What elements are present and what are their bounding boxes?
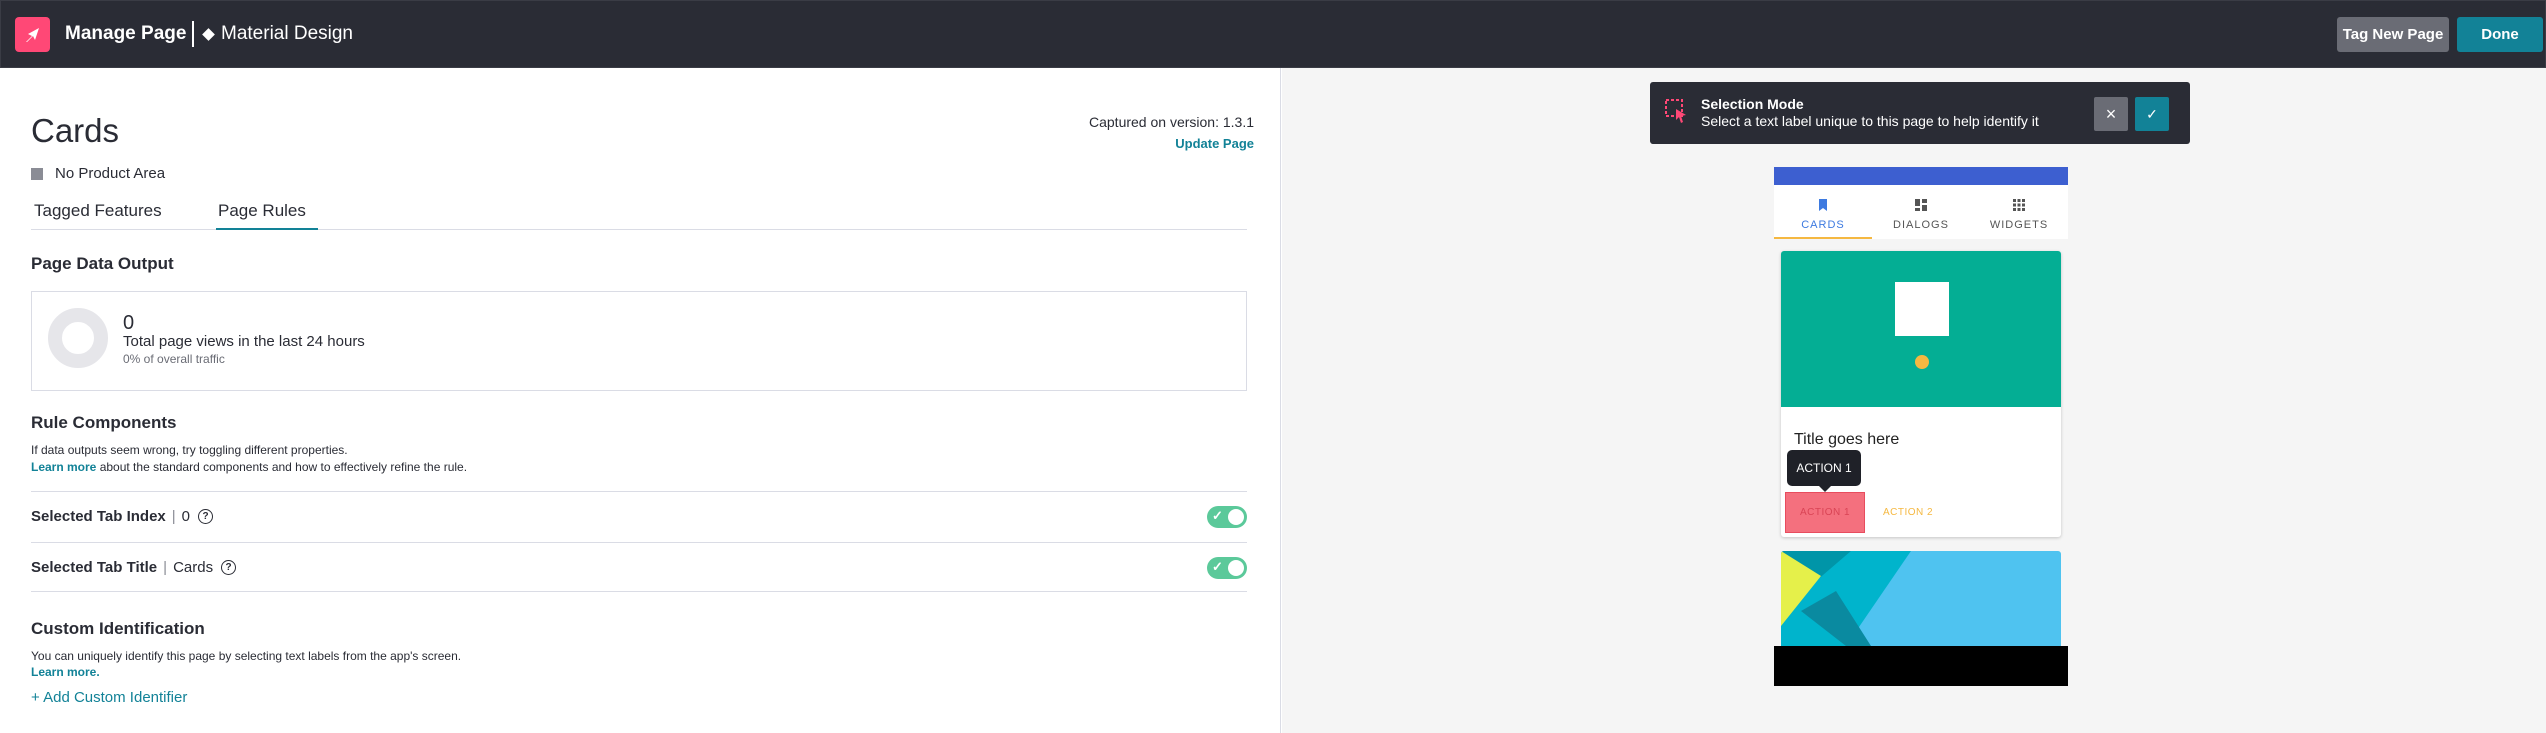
card-media-square: [1895, 282, 1949, 336]
check-icon: ✓: [1212, 508, 1223, 523]
add-custom-identifier-link[interactable]: + Add Custom Identifier: [31, 689, 187, 706]
page-data-output-card: 0 Total page views in the last 24 hours …: [31, 291, 1247, 391]
card-action-2-button[interactable]: ACTION 2: [1883, 507, 1933, 518]
page-title: Cards: [31, 112, 120, 149]
custom-identification-heading: Custom Identification: [31, 619, 205, 638]
selection-mode-subtitle: Select a text label unique to this page …: [1701, 113, 2039, 129]
learn-more-rest: about the standard components and how to…: [96, 460, 468, 474]
confirm-check-icon[interactable]: ✓: [2135, 97, 2169, 131]
page-views-count: 0: [123, 312, 135, 334]
rule-value: Cards: [173, 559, 214, 576]
help-icon[interactable]: ?: [221, 560, 237, 575]
preview-tab-label: CARDS: [1801, 219, 1845, 231]
device-nav-bar: [1774, 646, 2068, 686]
preview-card: Title goes here ACTION 1 ACTION 1 ACTION…: [1781, 251, 2061, 537]
toggle-knob: [1228, 560, 1244, 576]
tab-tagged-features[interactable]: Tagged Features: [34, 198, 162, 230]
close-icon[interactable]: ×: [2094, 97, 2128, 131]
update-page-link[interactable]: Update Page: [1175, 136, 1254, 151]
selection-mode-banner: Selection Mode Select a text label uniqu…: [1650, 82, 2190, 144]
captured-version: Captured on version: 1.3.1: [1089, 114, 1254, 130]
page-views-description: Total page views in the last 24 hours: [123, 333, 365, 350]
product-area[interactable]: No Product Area: [31, 165, 165, 182]
page-tabs: Tagged Features Page Rules: [31, 198, 1247, 230]
card-title[interactable]: Title goes here: [1794, 431, 1899, 449]
card-media-dot: [1915, 355, 1929, 369]
rule-name: Selected Tab Index: [31, 508, 166, 525]
pendo-logo-icon: [15, 17, 50, 52]
rule-row-tab-title: Selected Tab Title | Cards ? ✓: [31, 542, 1247, 592]
header-divider: [192, 21, 194, 47]
product-area-label: No Product Area: [55, 165, 166, 182]
app-preview-panel: Selection Mode Select a text label uniqu…: [1282, 68, 2546, 733]
page-details-panel: Cards Captured on version: 1.3.1 Update …: [0, 68, 1281, 733]
selection-tooltip: ACTION 1: [1787, 450, 1861, 492]
rule-components-hint: If data outputs seem wrong, try toggling…: [31, 443, 348, 457]
rule-label: Selected Tab Index | 0 ?: [31, 508, 214, 525]
rule-row-tab-index: Selected Tab Index | 0 ? ✓: [31, 491, 1247, 541]
dashboard-icon: [1915, 199, 1927, 211]
preview-card-image: [1781, 551, 2061, 646]
rule-components-learn: Learn more about the standard components…: [31, 460, 467, 474]
top-bar: Manage Page Material Design Tag New Page…: [0, 0, 2546, 68]
header-app: Material Design: [202, 23, 353, 45]
header-title: Manage Page: [65, 23, 187, 44]
preview-tab-bar: CARDS DIALOGS WIDGETS: [1774, 185, 2068, 239]
card-image-shapes: [1781, 551, 1911, 646]
selection-cursor-icon: [1665, 99, 1686, 123]
bookmark-icon: [1819, 199, 1827, 211]
product-area-swatch-icon: [31, 167, 43, 180]
help-icon[interactable]: ?: [198, 509, 214, 524]
app-diamond-icon: [202, 27, 215, 41]
toggle-knob: [1228, 509, 1244, 525]
rule-separator: |: [163, 559, 168, 576]
page-data-output-heading: Page Data Output: [31, 254, 174, 273]
card-media: [1781, 251, 2061, 407]
tab-page-rules[interactable]: Page Rules: [216, 198, 318, 230]
custom-learn-more-link[interactable]: Learn more.: [31, 665, 100, 679]
rule-components-heading: Rule Components: [31, 413, 177, 432]
learn-more-link[interactable]: Learn more: [31, 460, 96, 474]
app-bar: [1774, 167, 2068, 185]
rule-toggle[interactable]: ✓: [1207, 557, 1247, 579]
selection-mode-title: Selection Mode: [1701, 96, 1804, 112]
traffic-share: 0% of overall traffic: [123, 352, 225, 366]
card-action-1-button[interactable]: ACTION 1: [1785, 492, 1865, 533]
tag-new-page-button[interactable]: Tag New Page: [2337, 17, 2449, 52]
apps-icon: [2013, 199, 2025, 211]
done-button[interactable]: Done: [2457, 17, 2543, 52]
rule-value: 0: [181, 508, 191, 525]
rule-toggle[interactable]: ✓: [1207, 506, 1247, 528]
device-preview: CARDS DIALOGS WIDGETS Title goes here AC…: [1774, 167, 2068, 691]
preview-tab-widgets[interactable]: WIDGETS: [1970, 185, 2068, 239]
check-icon: ✓: [1212, 559, 1223, 574]
traffic-donut-chart: [48, 308, 108, 368]
custom-identification-hint: You can uniquely identify this page by s…: [31, 649, 462, 663]
app-name: Material Design: [221, 23, 353, 44]
preview-tab-dialogs[interactable]: DIALOGS: [1872, 185, 1970, 239]
rule-label: Selected Tab Title | Cards ?: [31, 559, 237, 576]
preview-tab-cards[interactable]: CARDS: [1774, 185, 1872, 239]
preview-tab-label: WIDGETS: [1989, 219, 2049, 231]
preview-tab-label: DIALOGS: [1893, 219, 1949, 231]
rule-name: Selected Tab Title: [31, 559, 158, 576]
rule-separator: |: [171, 508, 176, 525]
